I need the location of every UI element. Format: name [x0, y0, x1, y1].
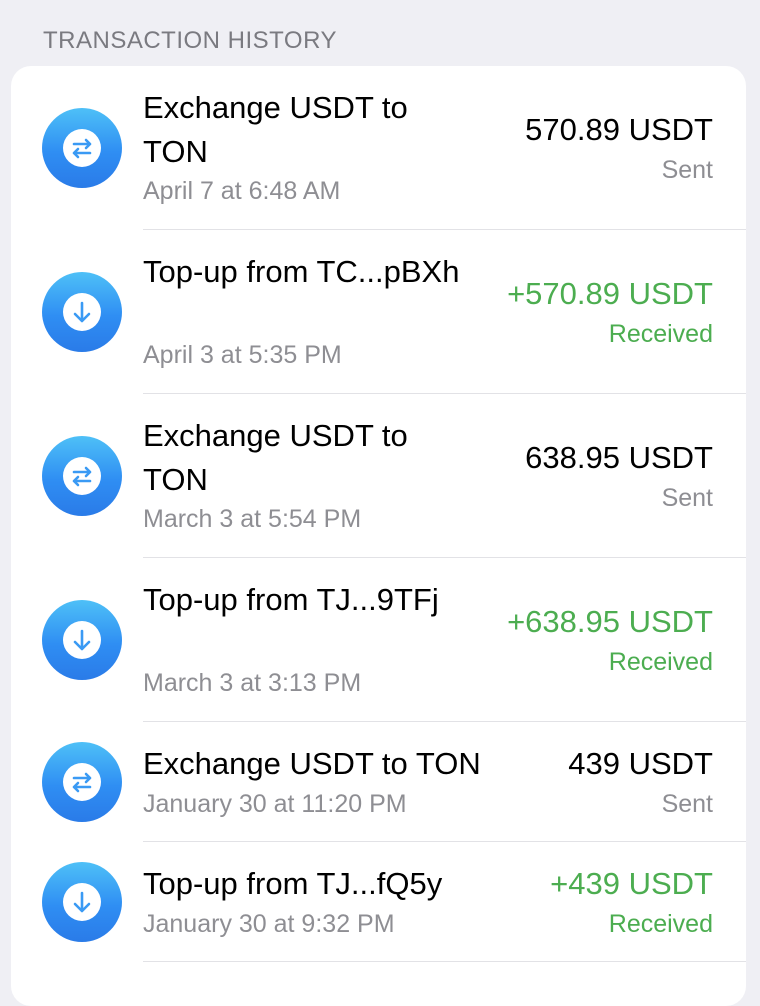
transaction-date: January 30 at 11:20 PM	[143, 790, 407, 818]
transaction-title: Top-up from TC...pBXh	[143, 254, 460, 289]
transaction-row[interactable]: Top-up from TJ...fQ5y January 30 at 9:32…	[11, 842, 746, 962]
transaction-status: Received	[608, 910, 713, 938]
transaction-row[interactable]: Top-up from TC...pBXh April 3 at 5:35 PM…	[11, 230, 746, 394]
transaction-date: April 7 at 6:48 AM	[143, 177, 341, 205]
transaction-status: Sent	[661, 790, 713, 818]
transaction-title: Top-up from TJ...fQ5y	[143, 866, 443, 901]
exchange-arrows-icon	[42, 108, 122, 188]
transaction-row[interactable]: Exchange USDT to TON April 7 at 6:48 AM …	[11, 66, 746, 230]
transaction-row[interactable]: Exchange USDT to TON January 30 at 11:20…	[11, 722, 746, 842]
transaction-amount: 570.89 USDT	[525, 112, 713, 147]
transaction-amount: 638.95 USDT	[525, 440, 713, 475]
transaction-status: Sent	[661, 156, 713, 184]
transaction-date: March 3 at 3:13 PM	[143, 669, 362, 697]
transaction-title: Exchange USDT to TON	[143, 418, 408, 497]
transaction-title: Exchange USDT to TON	[143, 90, 408, 169]
transaction-status: Received	[608, 648, 713, 676]
transaction-list: Exchange USDT to TON April 7 at 6:48 AM …	[11, 66, 746, 1006]
transaction-date: January 30 at 9:32 PM	[143, 910, 395, 938]
transaction-amount: +439 USDT	[550, 866, 713, 901]
arrow-down-icon	[42, 600, 122, 680]
arrow-down-icon	[42, 272, 122, 352]
transaction-amount: +638.95 USDT	[507, 604, 713, 639]
transaction-date: April 3 at 5:35 PM	[143, 341, 342, 369]
transaction-row[interactable]: Exchange USDT to TON March 3 at 5:54 PM …	[11, 394, 746, 558]
arrow-down-icon	[42, 862, 122, 942]
section-header: TRANSACTION HISTORY	[43, 27, 337, 54]
exchange-arrows-icon	[42, 742, 122, 822]
exchange-arrows-icon	[42, 436, 122, 516]
transaction-title: Exchange USDT to TON	[143, 746, 481, 781]
transaction-status: Sent	[661, 484, 713, 512]
transaction-row[interactable]: Top-up from TJ...9TFj March 3 at 3:13 PM…	[11, 558, 746, 722]
transaction-date: March 3 at 5:54 PM	[143, 505, 362, 533]
transaction-amount: 439 USDT	[568, 746, 713, 781]
transaction-status: Received	[608, 320, 713, 348]
transaction-title: Top-up from TJ...9TFj	[143, 582, 439, 617]
row-divider	[143, 961, 746, 962]
transaction-amount: +570.89 USDT	[507, 276, 713, 311]
